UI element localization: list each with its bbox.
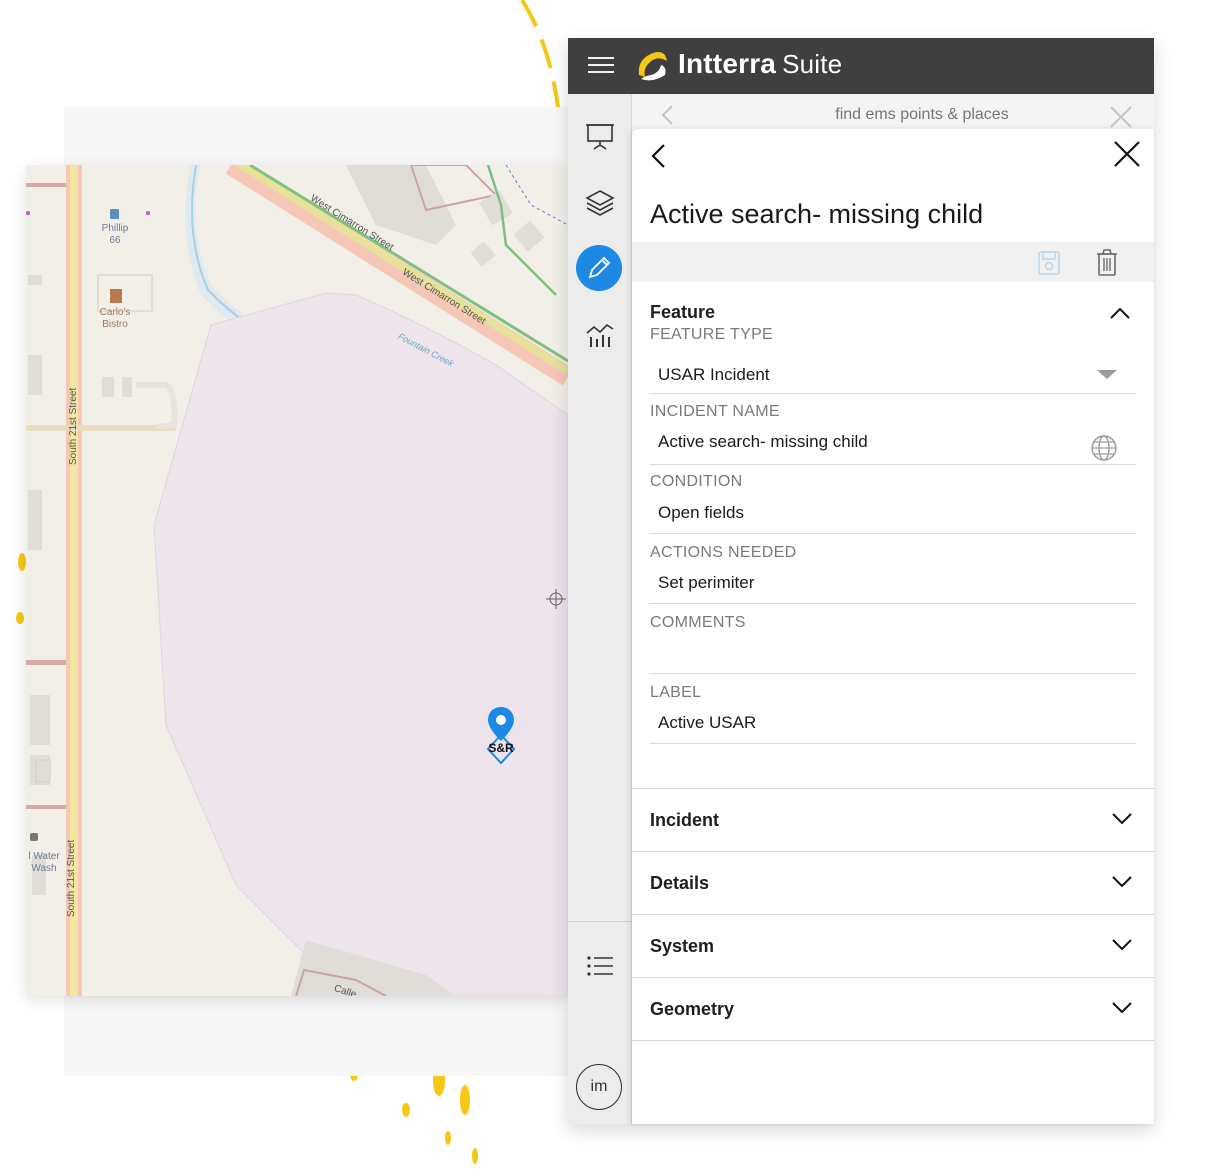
layers-button[interactable] bbox=[578, 180, 622, 224]
edit-button[interactable] bbox=[576, 245, 622, 291]
intterra-logo-icon bbox=[638, 52, 667, 81]
section-divider bbox=[632, 1040, 1154, 1041]
system-section[interactable]: System bbox=[632, 914, 1154, 977]
search-input[interactable] bbox=[752, 106, 1092, 124]
feature-type-label: FEATURE TYPE bbox=[650, 326, 774, 343]
left-tool-rail: im bbox=[568, 94, 632, 1124]
geometry-section[interactable]: Geometry bbox=[632, 977, 1154, 1040]
background-card-bottom bbox=[64, 996, 568, 1076]
incident-name-field[interactable]: Active search- missing child bbox=[658, 432, 868, 452]
street-label-21st-1: South 21st Street bbox=[68, 387, 79, 465]
background-card-top bbox=[64, 107, 568, 167]
poi-label-water-wash: l Water Wash bbox=[28, 851, 60, 874]
panel-title: Active search- missing child bbox=[650, 199, 984, 229]
analytics-button[interactable] bbox=[578, 312, 622, 356]
chevron-up-icon[interactable] bbox=[1108, 305, 1132, 321]
poi-label-phillip: Phillip 66 bbox=[101, 223, 129, 246]
list-button[interactable] bbox=[578, 944, 622, 988]
map-view[interactable]: Phillip 66 Carlo's Bistro l Water Wash West… bbox=[26, 165, 568, 996]
comments-label: COMMENTS bbox=[650, 614, 746, 631]
close-icon[interactable] bbox=[1112, 139, 1142, 169]
condition-label: CONDITION bbox=[650, 473, 743, 490]
top-bar: Intterra Suite bbox=[568, 38, 1154, 94]
feature-section-title[interactable]: Feature bbox=[650, 302, 715, 323]
chevron-down-icon bbox=[1112, 876, 1132, 888]
feature-type-select[interactable]: USAR Incident bbox=[658, 365, 770, 385]
map-pin-icon bbox=[486, 707, 516, 765]
condition-field[interactable]: Open fields bbox=[658, 503, 744, 523]
field-underline bbox=[650, 393, 1136, 394]
search-bar bbox=[632, 94, 1154, 134]
comments-field[interactable] bbox=[658, 643, 1128, 665]
brand-title: Intterra Suite bbox=[678, 48, 842, 80]
hamburger-line bbox=[588, 71, 614, 73]
chevron-down-icon bbox=[1112, 939, 1132, 951]
back-arrow-icon[interactable] bbox=[648, 143, 670, 169]
list-icon bbox=[587, 956, 613, 976]
system-section-title: System bbox=[650, 936, 715, 956]
panel-toolbar bbox=[632, 242, 1154, 282]
layers-icon bbox=[585, 190, 615, 216]
screenshot-stage: Phillip 66 Carlo's Bistro l Water Wash West… bbox=[0, 0, 1218, 1176]
presentation-icon bbox=[586, 124, 614, 150]
details-section[interactable]: Details bbox=[632, 851, 1154, 914]
brand-name: Intterra bbox=[678, 48, 777, 79]
incident-section[interactable]: Incident bbox=[632, 788, 1154, 851]
chevron-down-icon bbox=[1112, 1002, 1132, 1014]
search-back-icon[interactable] bbox=[658, 104, 678, 126]
field-underline bbox=[650, 464, 1136, 465]
incident-section-title: Incident bbox=[650, 810, 720, 830]
rail-separator bbox=[568, 921, 631, 922]
map-canvas[interactable] bbox=[26, 165, 568, 996]
presentation-button[interactable] bbox=[578, 114, 622, 158]
incident-name-label: INCIDENT NAME bbox=[650, 403, 780, 420]
poi-label-carlos-bistro: Carlo's Bistro bbox=[99, 307, 131, 330]
field-underline bbox=[650, 673, 1136, 674]
intterra-app-window: Intterra Suite im find ems points & plac… bbox=[568, 38, 1154, 1124]
sar-incident-marker[interactable]: S&R bbox=[484, 707, 518, 767]
geometry-section-title: Geometry bbox=[650, 999, 735, 1019]
actions-needed-label: ACTIONS NEEDED bbox=[650, 544, 797, 561]
street-label-21st-2: South 21st Street bbox=[66, 839, 77, 917]
save-icon[interactable] bbox=[1037, 250, 1061, 276]
field-underline bbox=[650, 743, 1136, 744]
hamburger-line bbox=[588, 57, 614, 59]
hamburger-menu-button[interactable] bbox=[588, 53, 614, 77]
details-section-title: Details bbox=[650, 873, 710, 893]
trash-icon[interactable] bbox=[1095, 249, 1119, 277]
feature-edit-panel: Active search- missing child Feature FEA… bbox=[632, 129, 1154, 1124]
field-underline bbox=[650, 603, 1136, 604]
globe-icon[interactable] bbox=[1090, 434, 1118, 462]
field-underline bbox=[650, 533, 1136, 534]
analytics-chart-icon bbox=[586, 323, 614, 347]
chevron-down-icon bbox=[1112, 813, 1132, 825]
label-field-label: LABEL bbox=[650, 684, 702, 701]
actions-needed-field[interactable]: Set perimiter bbox=[658, 573, 754, 593]
brand-suffix: Suite bbox=[782, 49, 843, 79]
hamburger-line bbox=[588, 64, 614, 66]
search-clear-icon[interactable] bbox=[1108, 104, 1134, 130]
label-field[interactable]: Active USAR bbox=[658, 713, 756, 733]
marker-label: S&R bbox=[488, 741, 514, 755]
user-avatar[interactable]: im bbox=[576, 1064, 622, 1110]
dropdown-arrow-icon[interactable] bbox=[1097, 370, 1117, 379]
edit-pencil-icon bbox=[588, 256, 611, 279]
